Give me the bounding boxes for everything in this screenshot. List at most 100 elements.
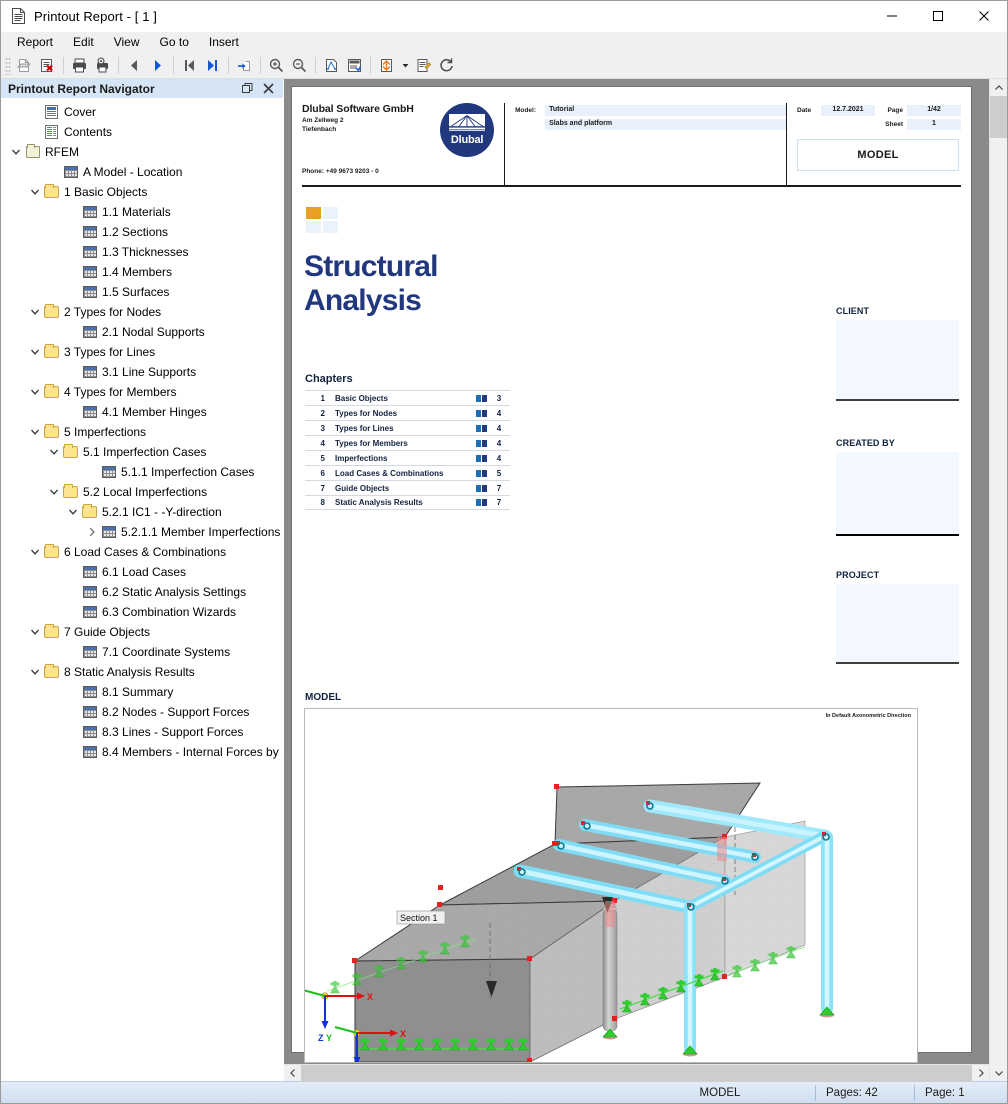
tree-item[interactable]: 6.3 Combination Wizards — [1, 602, 283, 622]
tree-item[interactable]: 1 Basic Objects — [1, 182, 283, 202]
printout-report-navigator: Printout Report Navigator Cover Contents… — [1, 79, 284, 1081]
refresh-icon[interactable] — [435, 54, 458, 77]
scroll-left-button[interactable] — [284, 1065, 301, 1082]
chapter-row[interactable]: 2 Types for Nodes 4 — [305, 405, 510, 420]
document-scroll-region[interactable]: Dlubal Software GmbH Am Zellweg 2 Tiefen… — [284, 79, 989, 1064]
tree-item[interactable]: 2.1 Nodal Supports — [1, 322, 283, 342]
tree-item[interactable]: 8 Static Analysis Results — [1, 662, 283, 682]
tree-twisty-down-icon[interactable] — [64, 502, 82, 522]
menu-view[interactable]: View — [104, 33, 150, 52]
tree-twisty-down-icon[interactable] — [45, 442, 63, 462]
print-icon[interactable] — [68, 54, 91, 77]
tree-item[interactable]: 2 Types for Nodes — [1, 302, 283, 322]
header-footer-icon[interactable] — [343, 54, 366, 77]
horizontal-scrollbar[interactable] — [284, 1064, 989, 1082]
previous-page-icon[interactable] — [123, 54, 146, 77]
tree-item[interactable]: 6.2 Static Analysis Settings — [1, 582, 283, 602]
last-page-icon[interactable] — [201, 54, 224, 77]
open-report-icon[interactable] — [13, 54, 36, 77]
toolbar-grip[interactable] — [5, 56, 11, 75]
tree-item[interactable]: 5.2.1.1 Member Imperfections — [1, 522, 283, 542]
scroll-down-button[interactable] — [990, 1064, 1007, 1081]
tree-item[interactable]: 1.5 Surfaces — [1, 282, 283, 302]
tree-item[interactable]: Contents — [1, 122, 283, 142]
zoom-in-icon[interactable] — [265, 54, 288, 77]
export-icon[interactable] — [375, 54, 398, 77]
menu-insert[interactable]: Insert — [199, 33, 249, 52]
maximize-button[interactable] — [915, 1, 961, 32]
horizontal-scroll-thumb[interactable] — [301, 1064, 972, 1082]
tree-item[interactable]: 1.3 Thicknesses — [1, 242, 283, 262]
zoom-out-icon[interactable] — [288, 54, 311, 77]
tree-twisty-down-icon[interactable] — [26, 382, 44, 402]
first-page-icon[interactable] — [178, 54, 201, 77]
chapter-row[interactable]: 5 Imperfections 4 — [305, 450, 510, 465]
tree-item[interactable]: 8.1 Summary — [1, 682, 283, 702]
tree-item[interactable]: 5 Imperfections — [1, 422, 283, 442]
tree-twisty-down-icon[interactable] — [26, 342, 44, 362]
tree-twisty-down-icon[interactable] — [26, 542, 44, 562]
project-value[interactable] — [836, 584, 959, 662]
model-3d-view[interactable]: In Default Axonometric Direction Section… — [304, 708, 918, 1063]
tree-item[interactable]: 4 Types for Members — [1, 382, 283, 402]
tree-item[interactable]: 8.2 Nodes - Support Forces — [1, 702, 283, 722]
tree-item[interactable]: 5.1 Imperfection Cases — [1, 442, 283, 462]
chapter-row[interactable]: 1 Basic Objects 3 — [305, 390, 510, 405]
report-tree[interactable]: Cover Contents RFEM A Model - Location 1 Bas… — [1, 98, 283, 1081]
tree-item[interactable]: A Model - Location — [1, 162, 283, 182]
tree-item[interactable]: 3.1 Line Supports — [1, 362, 283, 382]
tree-twisty-down-icon[interactable] — [7, 142, 25, 162]
tree-item[interactable]: 1.2 Sections — [1, 222, 283, 242]
tree-item[interactable]: 5.2 Local Imperfections — [1, 482, 283, 502]
menu-report[interactable]: Report — [7, 33, 63, 52]
created-by-value[interactable] — [836, 452, 959, 534]
tree-item[interactable]: 1.4 Members — [1, 262, 283, 282]
tree-item[interactable]: 8.4 Members - Internal Forces by Section — [1, 742, 283, 762]
scroll-up-button[interactable] — [990, 79, 1007, 96]
tree-item[interactable]: 7 Guide Objects — [1, 622, 283, 642]
chapter-row[interactable]: 7 Guide Objects 7 — [305, 480, 510, 495]
close-button[interactable] — [961, 1, 1007, 32]
vertical-scroll-thumb[interactable] — [990, 96, 1007, 138]
tree-twisty-down-icon[interactable] — [45, 482, 63, 502]
table-icon — [82, 685, 97, 699]
tree-item[interactable]: Cover — [1, 102, 283, 122]
restore-icon[interactable] — [241, 82, 254, 95]
menu-goto[interactable]: Go to — [150, 33, 199, 52]
tree-twisty-down-icon[interactable] — [26, 302, 44, 322]
export-dropdown-icon[interactable] — [398, 54, 412, 77]
tree-item[interactable]: 6.1 Load Cases — [1, 562, 283, 582]
client-value[interactable] — [836, 320, 959, 399]
tree-twisty-down-icon[interactable] — [26, 622, 44, 642]
tree-item[interactable]: 1.1 Materials — [1, 202, 283, 222]
tree-twisty-right-icon[interactable] — [83, 522, 101, 542]
vertical-scroll-track[interactable] — [990, 138, 1007, 1064]
chapter-page: 7 — [496, 498, 502, 507]
close-icon[interactable] — [262, 82, 275, 95]
next-page-icon[interactable] — [146, 54, 169, 77]
edit-report-icon[interactable] — [412, 54, 435, 77]
delete-report-icon[interactable] — [36, 54, 59, 77]
vertical-scrollbar[interactable] — [989, 79, 1007, 1081]
go-to-page-icon[interactable] — [233, 54, 256, 77]
tree-item[interactable]: 8.3 Lines - Support Forces — [1, 722, 283, 742]
tree-twisty-down-icon[interactable] — [26, 422, 44, 442]
chapter-row[interactable]: 8 Static Analysis Results 7 — [305, 495, 510, 510]
tree-twisty-down-icon[interactable] — [26, 182, 44, 202]
tree-item[interactable]: 5.2.1 IC1 - -Y-direction — [1, 502, 283, 522]
tree-item[interactable]: 3 Types for Lines — [1, 342, 283, 362]
tree-item[interactable]: RFEM — [1, 142, 283, 162]
minimize-button[interactable] — [869, 1, 915, 32]
chapter-row[interactable]: 4 Types for Members 4 — [305, 435, 510, 450]
print-settings-icon[interactable] — [91, 54, 114, 77]
tree-item[interactable]: 5.1.1 Imperfection Cases — [1, 462, 283, 482]
scroll-right-button[interactable] — [972, 1065, 989, 1082]
tree-item[interactable]: 4.1 Member Hinges — [1, 402, 283, 422]
chapter-row[interactable]: 6 Load Cases & Combinations 5 — [305, 465, 510, 480]
tree-item[interactable]: 7.1 Coordinate Systems — [1, 642, 283, 662]
tree-twisty-down-icon[interactable] — [26, 662, 44, 682]
page-setup-icon[interactable] — [320, 54, 343, 77]
tree-item[interactable]: 6 Load Cases & Combinations — [1, 542, 283, 562]
menu-edit[interactable]: Edit — [63, 33, 104, 52]
chapter-row[interactable]: 3 Types for Lines 4 — [305, 420, 510, 435]
